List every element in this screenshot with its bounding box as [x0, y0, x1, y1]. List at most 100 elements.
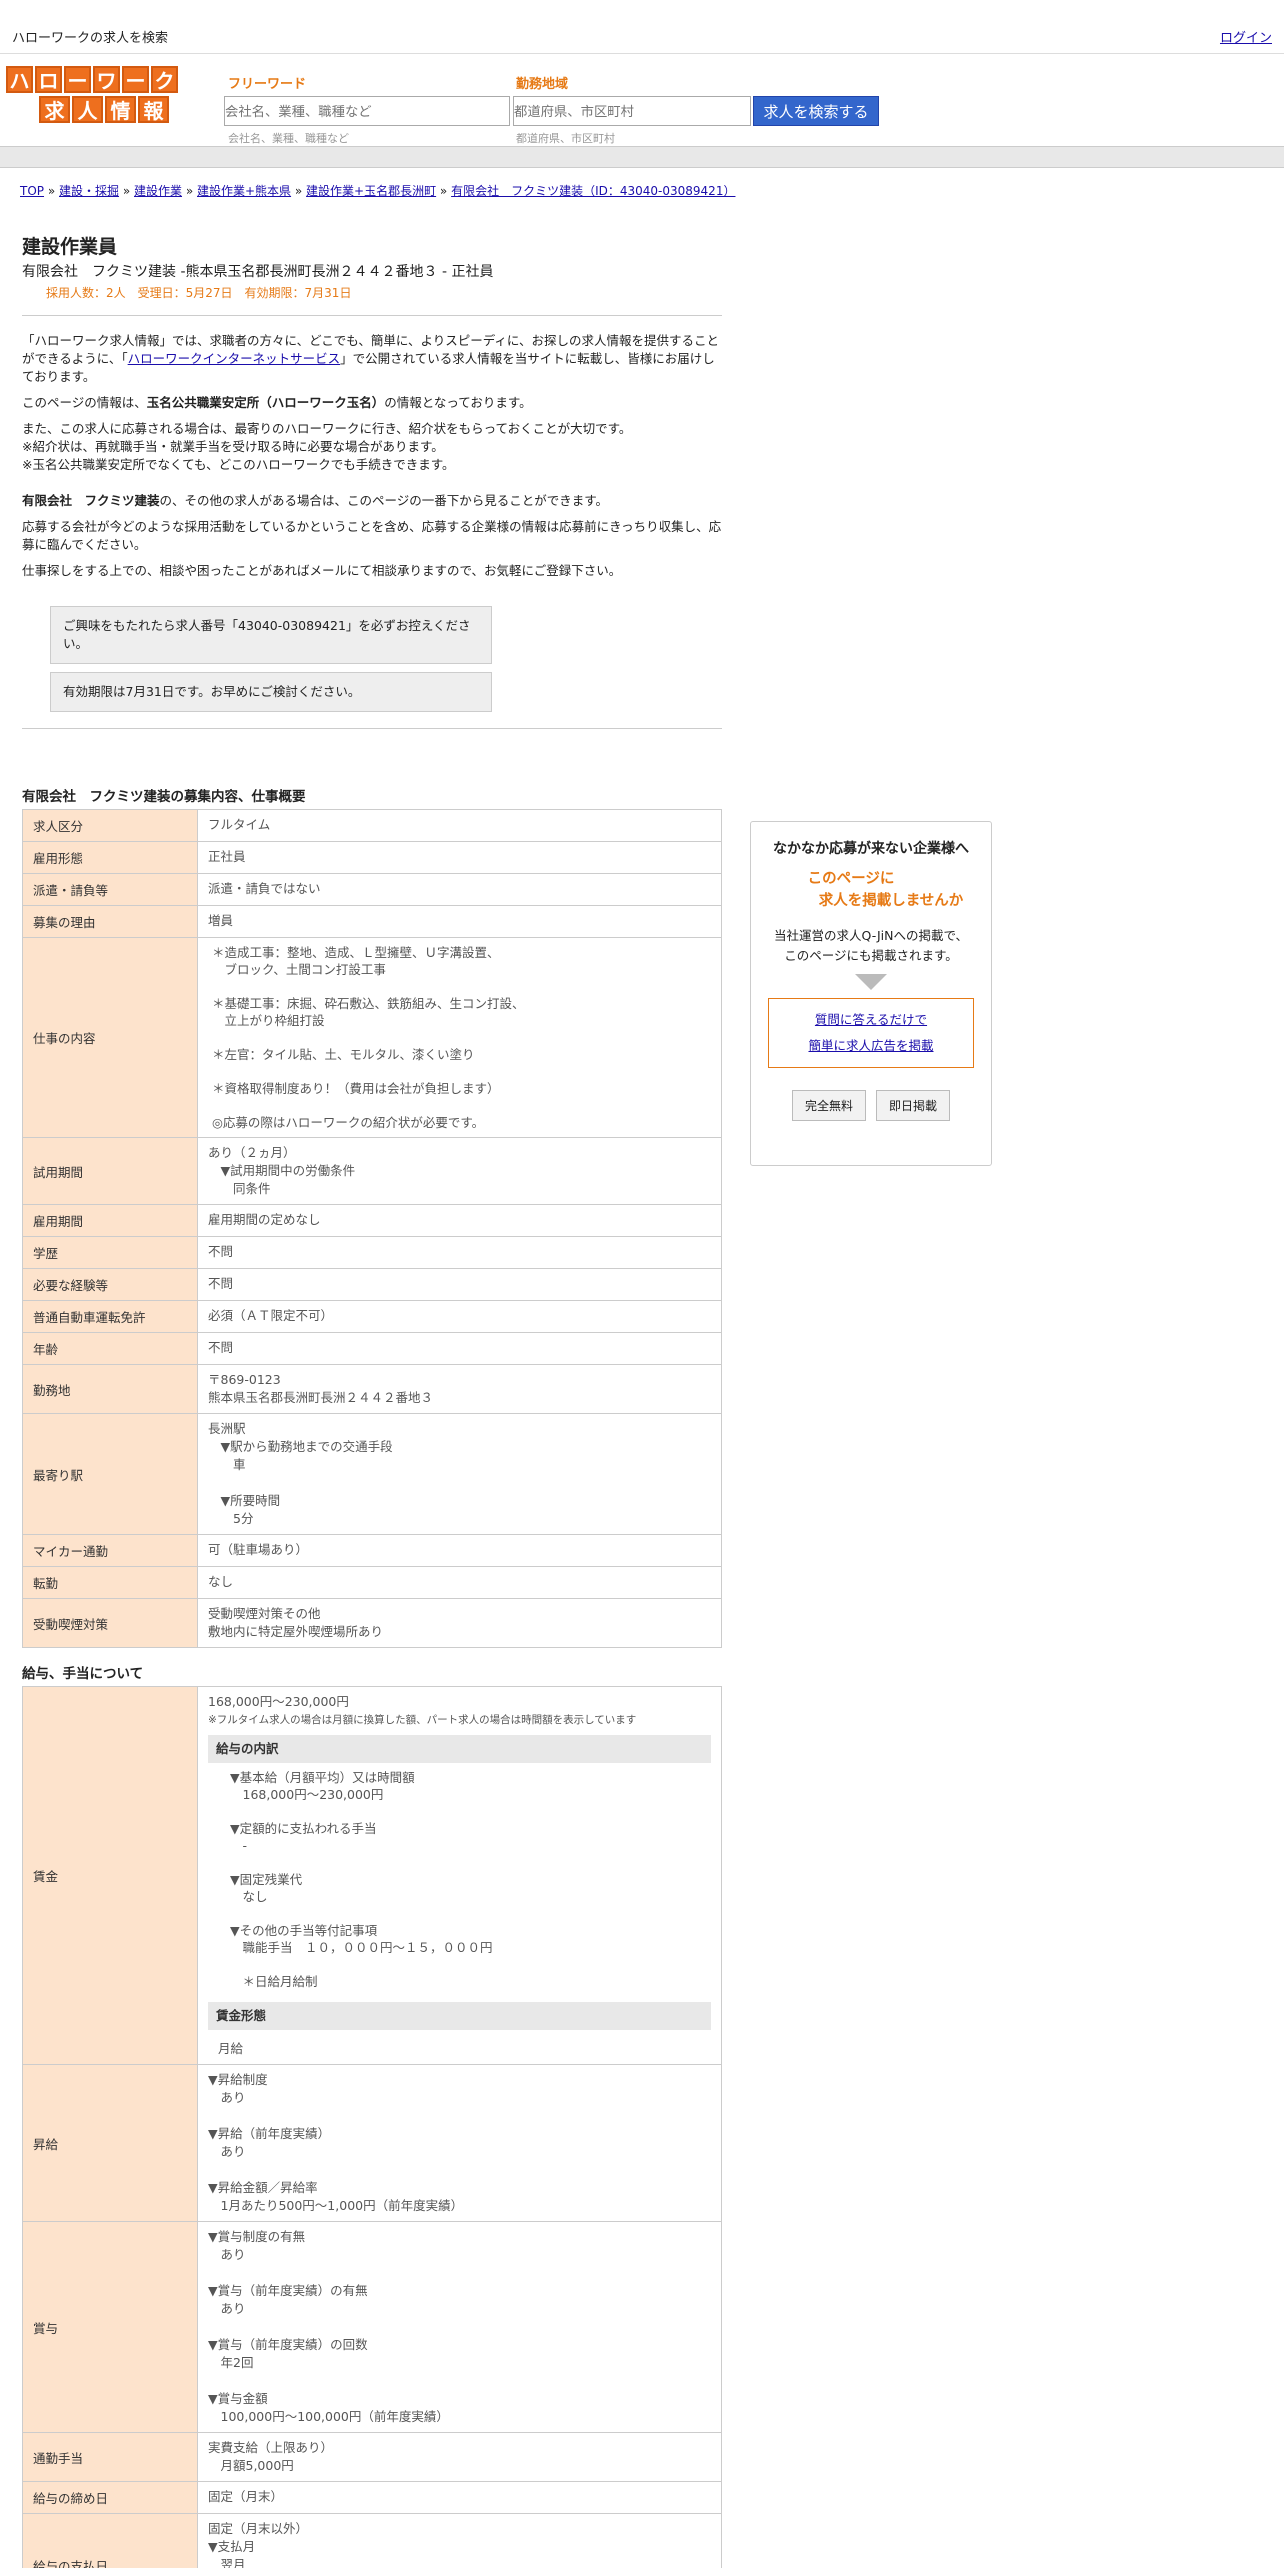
job-number-notice: ご興味をもたれたら求人番号「43040-03089421」を必ずお控えください。 [50, 606, 492, 664]
login-link[interactable]: ログイン [1220, 27, 1272, 46]
breadcrumb-link[interactable]: 建設作業+熊本県 [197, 184, 291, 198]
logo-char: ワ [93, 66, 120, 93]
row-value: 正社員 [197, 841, 722, 874]
job-title: 建設作業員 [22, 236, 118, 258]
free-badge-button[interactable]: 完全無料 [791, 1090, 866, 1121]
advertise-sidebar: なかなか応募が来ない企業様へ このページに 求人を掲載しませんか 当社運営の求人Q… [750, 821, 992, 1166]
row-label: 昇給 [22, 2064, 198, 2222]
free-word-label: フリーワード [228, 77, 307, 92]
row-label: 学歴 [22, 1236, 198, 1269]
salary-table: 賃金 168,000円〜230,000円 ※フルタイム求人の場合は月額に換算した… [22, 1686, 722, 2568]
intro-paragraph: 応募する会社が今どのような採用活動をしているかということを含め、応募する企業様の… [22, 519, 722, 552]
logo-char: 求 [39, 96, 70, 123]
breadcrumb-link[interactable]: TOP [20, 184, 44, 198]
intro-text: 「ハローワーク求人情報」では、求職者の方々に、どこでも、簡単に、よりスピーディに… [22, 332, 722, 580]
table-row: 仕事の内容 ＊造成工事：整地、造成、Ｌ型擁壁、Ｕ字溝設置、 ブロック、土間コン打設… [22, 937, 722, 1138]
row-value: 増員 [197, 905, 722, 938]
table-row: 最寄り駅 長洲駅 ▼駅から勤務地までの交通手段 車 ▼所要時間 5分 [22, 1413, 722, 1535]
row-label: 普通自動車運転免許 [22, 1300, 198, 1333]
row-label: 賞与 [22, 2221, 198, 2433]
sidebar-link-box: 質問に答えるだけで 簡単に求人広告を掲載 [768, 998, 974, 1068]
table-row: 雇用形態 正社員 [22, 841, 722, 874]
table-row: 賃金 168,000円〜230,000円 ※フルタイム求人の場合は月額に換算した… [22, 1686, 722, 2065]
row-value: ▼賞与制度の有無 あり ▼賞与（前年度実績）の有無 あり ▼賞与（前年度実績）の… [197, 2221, 722, 2433]
table-row: 雇用期間 雇用期間の定めなし [22, 1204, 722, 1237]
row-label: 賃金 [22, 1686, 198, 2065]
logo-char: ロ [35, 66, 62, 93]
row-label: 最寄り駅 [22, 1413, 198, 1535]
intro-paragraph: 「ハローワーク求人情報」では、求職者の方々に、どこでも、簡単に、よりスピーディに… [22, 333, 720, 384]
table-row: 募集の理由 増員 [22, 905, 722, 938]
table-row: 求人区分 フルタイム [22, 809, 722, 842]
row-label: 給与の締め日 [22, 2481, 198, 2514]
row-label: 募集の理由 [22, 905, 198, 938]
logo-char: ー [64, 66, 91, 93]
answer-questions-link[interactable]: 質問に答えるだけで [815, 1012, 927, 1027]
breadcrumb-link[interactable]: 有限会社 フクミツ建装（ID：43040-03089421） [451, 184, 735, 198]
down-arrow-icon [855, 974, 887, 990]
row-label: 転勤 [22, 1566, 198, 1599]
row-label: 仕事の内容 [22, 937, 198, 1138]
area-label: 勤務地域 [516, 77, 569, 92]
wage-form-value: 月給 [218, 2041, 244, 2056]
job-subtitle: 有限会社 フクミツ建装 -熊本県玉名郡長洲町長洲２４４２番地３ - 正社員 [22, 264, 494, 280]
intro-paragraph: また、この求人に応募される場合は、最寄りのハローワークに行き、紹介状をもらってお… [22, 421, 632, 472]
row-label: 給与の支払日 [22, 2513, 198, 2568]
intro-paragraph: このページの情報は、玉名公共職業安定所（ハローワーク玉名）の情報となっております… [22, 395, 532, 410]
row-label: 雇用形態 [22, 841, 198, 874]
breakdown-title: 給与の内訳 [208, 1735, 711, 1763]
table-row: 必要な経験等 不問 [22, 1268, 722, 1301]
table-row: 通勤手当 実費支給（上限あり） 月額5,000円 [22, 2432, 722, 2482]
row-label: 派遣・請負等 [22, 873, 198, 906]
table-row: 賞与 ▼賞与制度の有無 あり ▼賞与（前年度実績）の有無 あり ▼賞与（前年度実績… [22, 2221, 722, 2433]
logo-char: ー [122, 66, 149, 93]
row-label: 年齢 [22, 1332, 198, 1365]
intro-paragraph: 有限会社 フクミツ建装の、その他の求人がある場合は、このページの一番下から見るこ… [22, 493, 609, 508]
post-ad-link[interactable]: 簡単に求人広告を掲載 [808, 1038, 933, 1053]
breadcrumb-link[interactable]: 建設・採掘 [59, 184, 119, 198]
hellowork-internet-service-link[interactable]: ハローワークインターネットサービス [128, 351, 341, 366]
overview-section-title: 有限会社 フクミツ建装の募集内容、仕事概要 [22, 789, 306, 805]
row-value: なし [197, 1566, 722, 1599]
row-label: 雇用期間 [22, 1204, 198, 1237]
free-word-hint: 会社名、業種、職種など [228, 132, 349, 145]
row-label: 通勤手当 [22, 2432, 198, 2482]
table-row: 普通自動車運転免許 必須（ＡＴ限定不可） [22, 1300, 722, 1333]
row-value: 派遣・請負ではない [197, 873, 722, 906]
row-value: 実費支給（上限あり） 月額5,000円 [197, 2432, 722, 2482]
table-row: 学歴 不問 [22, 1236, 722, 1269]
table-row: 給与の締め日 固定（月末） [22, 2481, 722, 2514]
job-meta: 採用人数：2人 受理日：5月27日 有効期限：7月31日 [46, 286, 352, 300]
row-value: 固定（月末以外） ▼支払月 翌月 ▼支払日 [197, 2513, 722, 2568]
table-row: 勤務地 〒869-0123 熊本県玉名郡長洲町長洲２４４２番地３ [22, 1364, 722, 1414]
breadcrumb-link[interactable]: 建設作業 [134, 184, 182, 198]
row-value: 不問 [197, 1236, 722, 1269]
hellowork-logo[interactable]: ハローワーク 求人情報 [6, 66, 178, 126]
free-word-input[interactable] [224, 96, 510, 126]
divider [22, 728, 722, 729]
row-value: 長洲駅 ▼駅から勤務地までの交通手段 車 ▼所要時間 5分 [197, 1413, 722, 1535]
row-value: 不問 [197, 1268, 722, 1301]
salary-section-title: 給与、手当について [22, 1666, 144, 1682]
breadcrumb-link[interactable]: 建設作業+玉名郡長洲町 [306, 184, 436, 198]
logo-char: ク [151, 66, 178, 93]
row-value: 必須（ＡＴ限定不可） [197, 1300, 722, 1333]
breakdown-text: ▼基本給（月額平均）又は時間額 168,000円〜230,000円 ▼定額的に支… [230, 1770, 493, 1989]
search-button[interactable]: 求人を検索する [753, 96, 879, 126]
table-row: 受動喫煙対策 受動喫煙対策その他 敷地内に特定屋外喫煙場所あり [22, 1598, 722, 1648]
intro-paragraph: 仕事探しをする上での、相談や困ったことがあればメールにて相談承りますので、お気軽… [22, 563, 622, 578]
sidebar-heading: なかなか応募が来ない企業様へ [773, 841, 969, 857]
row-label: 勤務地 [22, 1364, 198, 1414]
row-value: 固定（月末） [197, 2481, 722, 2514]
sidebar-text: 当社運営の求人Q-JiNへの掲載で、 このページにも掲載されます。 [774, 928, 968, 963]
wage-range: 168,000円〜230,000円 [208, 1694, 349, 1709]
area-input[interactable] [513, 96, 751, 126]
site-title: ハローワークの求人を検索 [12, 31, 169, 46]
logo-char: 情 [105, 96, 136, 123]
gray-divider-bar [0, 146, 1284, 168]
logo-char: 報 [138, 96, 169, 123]
expiry-notice: 有効期限は7月31日です。お早めにご検討ください。 [50, 672, 492, 712]
top-bar: ハローワークの求人を検索 ログイン [0, 0, 1284, 54]
breadcrumb: TOP » 建設・採掘 » 建設作業 » 建設作業+熊本県 » 建設作業+玉名郡… [20, 184, 736, 198]
same-day-badge-button[interactable]: 即日掲載 [876, 1090, 951, 1121]
